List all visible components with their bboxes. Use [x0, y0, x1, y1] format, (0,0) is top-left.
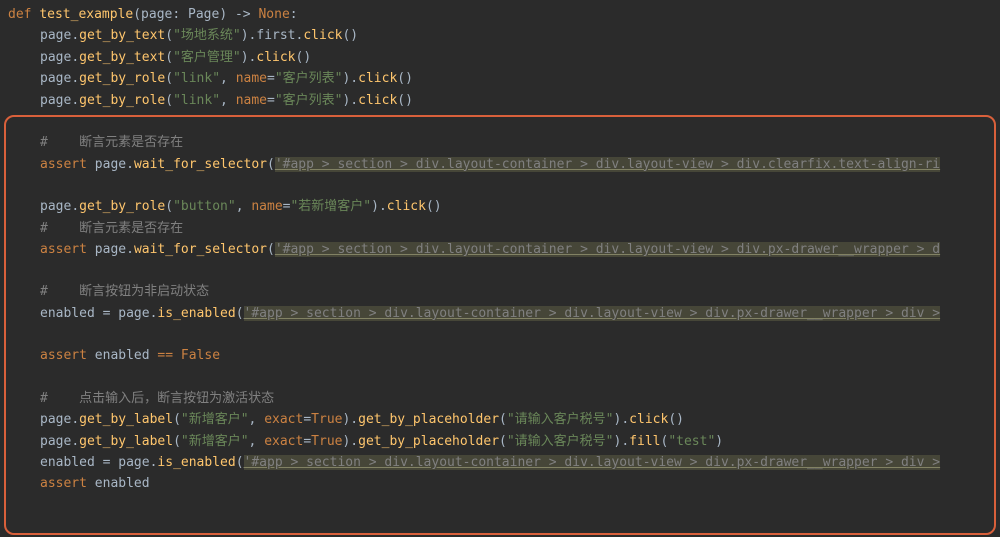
code-line[interactable]: page.get_by_label("新增客户", exact=True).ge… — [0, 409, 1000, 430]
code-line[interactable]: page.get_by_role("link", name="客户列表").cl… — [0, 90, 1000, 111]
function-name: test_example — [39, 7, 133, 22]
comment: # 点击输入后，断言按钮为激活状态 — [40, 391, 274, 406]
code-line[interactable]: page.get_by_text("场地系统").first.click() — [0, 25, 1000, 46]
css-selector-string: '#app > section > div.layout-container >… — [244, 306, 941, 321]
code-line[interactable]: assert enabled — [0, 473, 1000, 494]
code-line[interactable]: assert enabled == False — [0, 345, 1000, 366]
comment: # 断言元素是否存在 — [40, 221, 183, 236]
css-selector-string: '#app > section > div.layout-container >… — [275, 157, 940, 172]
code-editor[interactable]: def test_example(page: Page) -> None: pa… — [0, 4, 1000, 495]
comment: # 断言元素是否存在 — [40, 135, 183, 150]
code-line[interactable]: assert page.wait_for_selector('#app > se… — [0, 239, 1000, 260]
code-line[interactable]: def test_example(page: Page) -> None: — [0, 4, 1000, 25]
comment-line[interactable]: # 断言按钮为非启动状态 — [0, 281, 1000, 302]
comment: # 断言按钮为非启动状态 — [40, 284, 209, 299]
code-line[interactable]: page.get_by_text("客户管理").click() — [0, 47, 1000, 68]
code-line[interactable]: page.get_by_label("新增客户", exact=True).ge… — [0, 431, 1000, 452]
code-line[interactable]: assert page.wait_for_selector('#app > se… — [0, 154, 1000, 175]
css-selector-string: '#app > section > div.layout-container >… — [244, 455, 941, 470]
comment-line[interactable]: # 点击输入后，断言按钮为激活状态 — [0, 388, 1000, 409]
keyword-def: def — [8, 7, 31, 22]
code-line[interactable]: enabled = page.is_enabled('#app > sectio… — [0, 452, 1000, 473]
code-line[interactable]: page.get_by_role("link", name="客户列表").cl… — [0, 68, 1000, 89]
comment-line[interactable]: # 断言元素是否存在 — [0, 218, 1000, 239]
comment-line[interactable]: # 断言元素是否存在 — [0, 132, 1000, 153]
css-selector-string: '#app > section > div.layout-container >… — [275, 242, 940, 257]
code-line[interactable]: enabled = page.is_enabled('#app > sectio… — [0, 303, 1000, 324]
code-line[interactable]: page.get_by_role("button", name="若新增客户")… — [0, 196, 1000, 217]
